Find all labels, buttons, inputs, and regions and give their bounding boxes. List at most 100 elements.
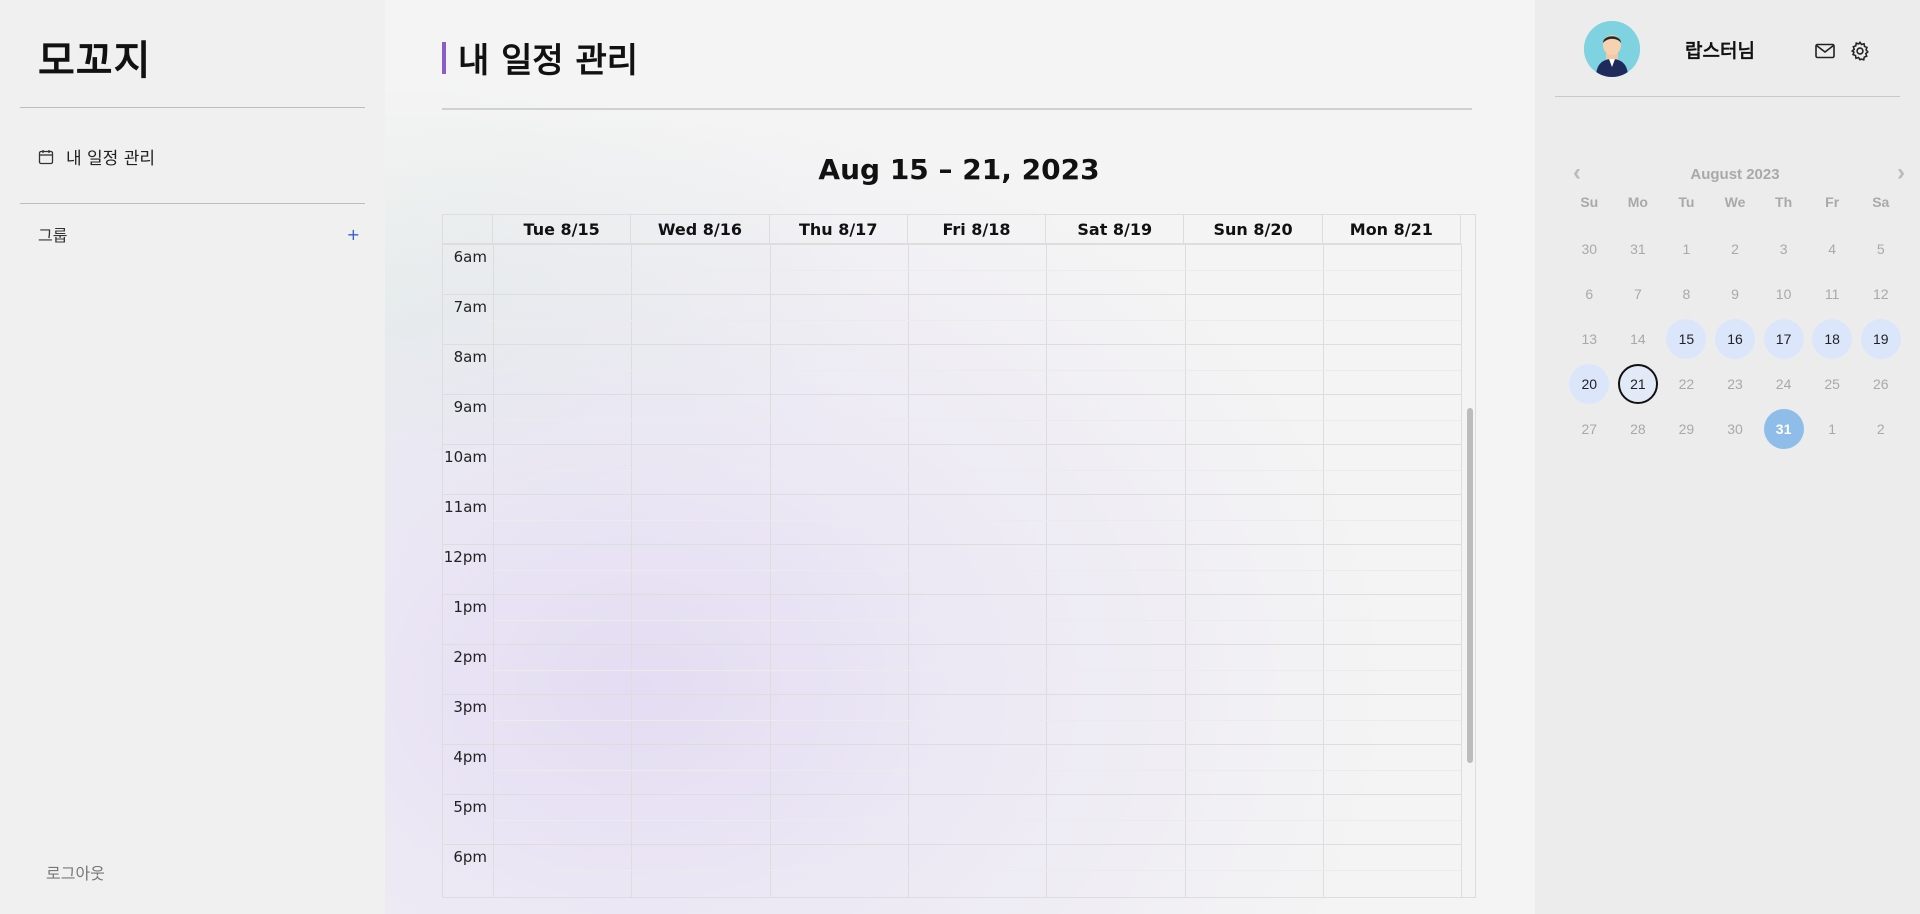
mini-calendar-day[interactable]: 31 bbox=[1759, 408, 1808, 449]
hour-row[interactable]: 2pm bbox=[443, 644, 1461, 694]
calendar-body[interactable]: 6am 7am 8am 9am 10am 11am 12pm 1pm 2pm 3pm 4pm 5pm 6… bbox=[443, 244, 1463, 897]
hour-row[interactable]: 3pm bbox=[443, 694, 1461, 744]
mini-calendar-day[interactable]: 10 bbox=[1759, 274, 1808, 314]
mini-calendar-day[interactable]: 4 bbox=[1808, 229, 1857, 269]
weekday-label: Fr bbox=[1825, 194, 1840, 210]
mini-calendar-day[interactable]: 2 bbox=[1711, 229, 1760, 269]
mini-calendar-day[interactable]: 30 bbox=[1565, 229, 1614, 269]
half-hour-line bbox=[493, 420, 1461, 421]
logout-button[interactable]: 로그아웃 bbox=[46, 860, 105, 884]
hour-label: 9am bbox=[453, 398, 487, 416]
day-number: 18 bbox=[1812, 318, 1853, 359]
mini-calendar-day[interactable]: 26 bbox=[1856, 364, 1905, 404]
mini-calendar-day[interactable]: 9 bbox=[1711, 274, 1760, 314]
calendar-scrollbar[interactable] bbox=[1467, 408, 1473, 763]
sidebar-item-my-schedule[interactable]: 내 일정 관리 bbox=[38, 144, 155, 169]
mini-calendar-day[interactable]: 16 bbox=[1711, 318, 1760, 359]
mini-calendar-day[interactable]: 1 bbox=[1662, 229, 1711, 269]
day-number: 16 bbox=[1715, 318, 1756, 359]
mini-calendar-day[interactable]: 18 bbox=[1808, 318, 1857, 359]
weekday-row: Su Mo Tu We Th Fr Sa bbox=[1565, 194, 1905, 210]
day-number: 31 bbox=[1763, 408, 1804, 449]
mini-calendar-day[interactable]: 25 bbox=[1808, 364, 1857, 404]
half-hour-line bbox=[493, 820, 1461, 821]
day-number: 8 bbox=[1682, 285, 1691, 302]
hour-row[interactable]: 6am bbox=[443, 244, 1461, 294]
mini-calendar-day[interactable]: 3 bbox=[1759, 229, 1808, 269]
mini-calendar: ‹ August 2023 › Su Mo Tu We Th Fr Sa 30 3… bbox=[1565, 160, 1905, 451]
prev-month-button[interactable]: ‹ bbox=[1573, 161, 1581, 185]
mini-calendar-day[interactable]: 1 bbox=[1808, 409, 1857, 449]
mini-calendar-day[interactable]: 20 bbox=[1565, 363, 1614, 404]
day-number: 1 bbox=[1682, 240, 1691, 257]
week-calendar[interactable]: Tue 8/15 Wed 8/16 Thu 8/17 Fri 8/18 Sat … bbox=[442, 214, 1476, 898]
mini-calendar-day[interactable]: 28 bbox=[1614, 409, 1663, 449]
profile-divider bbox=[1555, 96, 1900, 97]
mini-calendar-day[interactable]: 5 bbox=[1856, 229, 1905, 269]
add-group-button[interactable]: + bbox=[347, 225, 360, 244]
hour-row[interactable]: 6pm bbox=[443, 844, 1461, 894]
half-hour-line bbox=[493, 670, 1461, 671]
half-hour-line bbox=[493, 370, 1461, 371]
user-avatar-icon bbox=[1584, 21, 1640, 77]
hour-row[interactable]: 1pm bbox=[443, 594, 1461, 644]
day-number: 23 bbox=[1727, 375, 1743, 392]
hour-row[interactable]: 9am bbox=[443, 394, 1461, 444]
day-number: 7 bbox=[1633, 285, 1642, 302]
mini-calendar-day[interactable]: 6 bbox=[1565, 274, 1614, 314]
day-number: 25 bbox=[1824, 375, 1840, 392]
day-number: 20 bbox=[1569, 363, 1610, 404]
mini-calendar-day[interactable]: 14 bbox=[1614, 319, 1663, 359]
mini-calendar-day[interactable]: 22 bbox=[1662, 364, 1711, 404]
gear-icon bbox=[1850, 40, 1869, 61]
day-number: 21 bbox=[1617, 363, 1658, 404]
sidebar: 모꼬지 내 일정 관리 그룹 + 로그아웃 bbox=[0, 0, 385, 914]
mini-calendar-day[interactable]: 21 bbox=[1614, 363, 1663, 404]
hour-label: 6pm bbox=[453, 848, 487, 866]
hour-row[interactable]: 12pm bbox=[443, 544, 1461, 594]
app-logo[interactable]: 모꼬지 bbox=[38, 28, 151, 86]
mini-calendar-day[interactable]: 2 bbox=[1856, 409, 1905, 449]
mini-calendar-day[interactable]: 31 bbox=[1614, 229, 1663, 269]
hour-row[interactable]: 8am bbox=[443, 344, 1461, 394]
mini-calendar-day[interactable]: 17 bbox=[1759, 318, 1808, 359]
mini-calendar-day[interactable]: 11 bbox=[1808, 274, 1857, 314]
hour-label: 4pm bbox=[453, 748, 487, 766]
day-header: Thu 8/17 bbox=[770, 215, 908, 243]
hour-label: 5pm bbox=[453, 798, 487, 816]
day-number: 11 bbox=[1824, 285, 1840, 302]
mini-calendar-day[interactable]: 29 bbox=[1662, 409, 1711, 449]
hour-row[interactable]: 11am bbox=[443, 494, 1461, 544]
day-number: 29 bbox=[1678, 420, 1695, 437]
hour-row[interactable]: 10am bbox=[443, 444, 1461, 494]
mini-calendar-day[interactable]: 8 bbox=[1662, 274, 1711, 314]
month-label: August 2023 bbox=[1690, 165, 1780, 183]
settings-button[interactable] bbox=[1849, 40, 1871, 62]
mini-calendar-day[interactable]: 13 bbox=[1565, 319, 1614, 359]
mini-calendar-day[interactable]: 12 bbox=[1856, 274, 1905, 314]
day-header: Fri 8/18 bbox=[908, 215, 1047, 243]
mini-calendar-day[interactable]: 19 bbox=[1856, 318, 1905, 359]
mini-calendar-day[interactable]: 15 bbox=[1662, 318, 1711, 359]
weekday-label: Tu bbox=[1678, 194, 1695, 210]
mini-calendar-day[interactable]: 27 bbox=[1565, 409, 1614, 449]
day-header: Sun 8/20 bbox=[1184, 215, 1323, 243]
day-number: 30 bbox=[1581, 240, 1598, 257]
day-number: 12 bbox=[1872, 285, 1889, 302]
half-hour-line bbox=[493, 320, 1461, 321]
day-number: 30 bbox=[1727, 420, 1743, 437]
sidebar-divider bbox=[20, 107, 365, 108]
mini-calendar-day[interactable]: 7 bbox=[1614, 274, 1663, 314]
mini-calendar-day[interactable]: 30 bbox=[1711, 409, 1760, 449]
avatar[interactable] bbox=[1584, 21, 1640, 77]
hour-row[interactable]: 5pm bbox=[443, 794, 1461, 844]
day-number: 15 bbox=[1666, 318, 1707, 359]
hour-row[interactable]: 4pm bbox=[443, 744, 1461, 794]
half-hour-line bbox=[493, 520, 1461, 521]
mail-button[interactable] bbox=[1814, 40, 1836, 62]
next-month-button[interactable]: › bbox=[1897, 161, 1905, 185]
day-number: 9 bbox=[1731, 285, 1739, 302]
hour-row[interactable]: 7am bbox=[443, 294, 1461, 344]
mini-calendar-day[interactable]: 24 bbox=[1759, 364, 1808, 404]
mini-calendar-day[interactable]: 23 bbox=[1711, 364, 1760, 404]
